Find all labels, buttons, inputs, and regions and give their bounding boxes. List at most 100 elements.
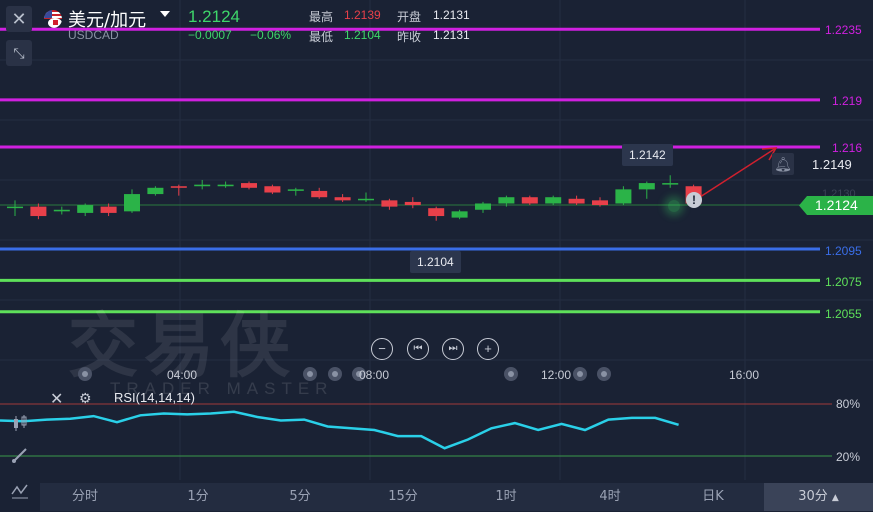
candle[interactable] [638, 181, 655, 199]
event-dot[interactable] [573, 367, 587, 381]
candle[interactable] [287, 187, 304, 196]
close-indicator-icon[interactable]: ✕ [50, 389, 63, 409]
tab-timeframe[interactable]: 4时 [588, 483, 632, 511]
candle[interactable] [311, 187, 328, 199]
low-label: 最低 [309, 30, 334, 44]
indicator-name[interactable]: RSI(14,14,14) [114, 390, 195, 405]
candle[interactable] [381, 198, 398, 210]
candle[interactable] [358, 192, 374, 202]
tab-timeframe[interactable]: 1分 [176, 483, 220, 511]
tab-timeframe[interactable]: 5分 [278, 483, 322, 511]
level-tag[interactable]: 1.2055 [822, 307, 865, 322]
candle-body [287, 189, 304, 191]
level-tag[interactable]: 1.2075 [822, 275, 865, 290]
candle-body [53, 209, 70, 212]
candle-body [194, 184, 211, 187]
candle[interactable] [124, 189, 140, 213]
candle-body [498, 197, 515, 204]
candle[interactable] [545, 195, 562, 206]
live-dot [668, 200, 680, 212]
candle-body [568, 198, 585, 204]
price-change: −0.0007 [188, 28, 232, 42]
step-back-button[interactable]: ⏮ [407, 338, 429, 360]
candlestick-tool-icon[interactable] [6, 410, 34, 436]
candle-body [147, 187, 164, 195]
candle[interactable] [194, 179, 211, 190]
high-marker-tooltip: 1.2142 [622, 144, 673, 166]
current-price-tag: 1.2124 [799, 196, 873, 215]
event-dot[interactable] [303, 367, 317, 381]
indicator-tool-icon[interactable] [6, 478, 34, 504]
candle-body [615, 189, 632, 204]
candle[interactable] [264, 184, 281, 195]
candle[interactable] [334, 194, 351, 202]
tab-timeframe-label: 30分 [798, 489, 828, 504]
open-value: 1.2131 [433, 8, 470, 22]
candle[interactable] [404, 197, 421, 209]
timeframe-bar: 分时 1分 5分 15分 1时 4时 日K 30分 ▲ [40, 483, 873, 511]
candle[interactable] [170, 184, 187, 196]
tab-timeframe[interactable]: 15分 [381, 483, 425, 511]
candle-body [30, 206, 47, 217]
candle-body [662, 183, 679, 185]
candle[interactable] [568, 195, 585, 206]
candle[interactable] [30, 203, 47, 220]
collapse-button[interactable]: ⤡ [6, 40, 32, 66]
event-dot[interactable] [328, 367, 342, 381]
rsi-lower-label: 20% [836, 450, 861, 464]
level-tag[interactable]: 1.2235 [822, 23, 865, 38]
settings-icon[interactable]: ⚙ [79, 390, 92, 407]
candle[interactable] [7, 200, 23, 217]
candle-body [264, 186, 281, 193]
candle-body [311, 190, 328, 198]
alert-price: 1.2149 [812, 157, 852, 172]
candle-body [428, 208, 445, 217]
level-tag[interactable]: 1.216 [829, 141, 866, 156]
tab-timeframe[interactable]: 1时 [484, 483, 528, 511]
candle[interactable] [53, 206, 70, 215]
event-dot[interactable] [597, 367, 611, 381]
draw-tool-icon[interactable] [6, 442, 34, 468]
candle[interactable] [475, 201, 491, 213]
candle[interactable] [451, 209, 468, 220]
chevron-up-icon: ▲ [831, 493, 839, 503]
candle-body [358, 198, 374, 201]
tab-timeframe[interactable]: 分时 [72, 483, 98, 511]
candle-body [475, 203, 491, 210]
candle-body [217, 184, 234, 187]
instrument-symbol: USDCAD [68, 28, 119, 42]
tab-timeframe-active[interactable]: 30分 ▲ [764, 483, 873, 511]
prev-close-value: 1.2131 [433, 28, 470, 42]
candle[interactable] [241, 181, 257, 190]
candle-body [404, 201, 421, 206]
info-icon[interactable]: ! [686, 192, 702, 208]
candle[interactable] [615, 186, 632, 206]
zoom-in-button[interactable]: + [477, 338, 499, 360]
chevron-down-icon[interactable] [160, 11, 170, 17]
step-forward-button[interactable]: ⏭ [442, 338, 464, 360]
event-dot[interactable] [78, 367, 92, 381]
time-label: 04:00 [167, 368, 198, 382]
prev-close-label: 昨收 [397, 30, 422, 44]
candle-body [451, 211, 468, 218]
level-tag[interactable]: 1.2095 [822, 244, 865, 259]
event-dot[interactable] [504, 367, 518, 381]
candle[interactable] [662, 175, 679, 188]
grid [0, 0, 873, 480]
tab-timeframe[interactable]: 日K [691, 483, 735, 511]
close-button[interactable]: ✕ [6, 6, 32, 32]
time-label: 16:00 [729, 368, 760, 382]
candle-body [7, 206, 23, 209]
open-label: 开盘 [397, 10, 422, 24]
candle[interactable] [147, 186, 164, 196]
candle[interactable] [428, 206, 445, 221]
trend-arrow[interactable] [699, 147, 778, 198]
level-tag[interactable]: 1.219 [829, 94, 866, 109]
candle[interactable] [77, 203, 94, 217]
candle[interactable] [217, 181, 234, 188]
candle-body [334, 197, 351, 201]
bell-icon[interactable]: 🔔︎ [772, 153, 794, 175]
candle-body [124, 194, 140, 212]
candle[interactable] [521, 195, 538, 206]
zoom-out-button[interactable]: − [371, 338, 393, 360]
